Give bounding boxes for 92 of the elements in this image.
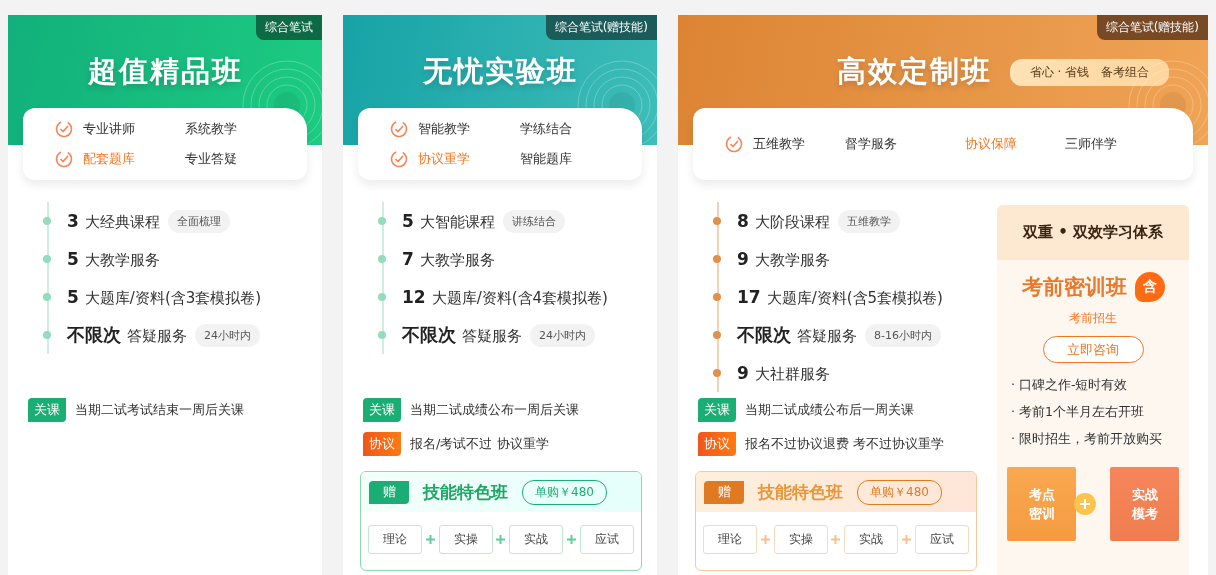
module-tile: 考点密训: [1007, 467, 1076, 541]
feature-label: 智能教学: [418, 120, 470, 138]
note-badge: 关课: [363, 398, 401, 422]
price-tag: 单购￥480: [857, 479, 942, 505]
step-label: 实操: [773, 525, 828, 554]
timeline-dot: [378, 331, 386, 339]
note-text: 报名/考试不过 协议重学: [410, 435, 549, 453]
stat-text: 7 大教学服务: [402, 248, 495, 270]
side-bullet: · 口碑之作-短时有效: [1011, 377, 1129, 394]
timeline-dot: [713, 255, 721, 263]
plus-icon: [902, 535, 912, 544]
category-tag: 综合笔试(赠技能): [1096, 15, 1208, 40]
stat-text: 5 大题库/资料(含3套模拟卷): [67, 286, 262, 308]
stat-text: 不限次 答疑服务: [402, 323, 522, 347]
stat-chip: 全面梳理: [167, 209, 230, 233]
gift-badge: 赠: [704, 480, 744, 504]
timeline-dot: [43, 331, 51, 339]
stat-chip: 五维教学: [837, 209, 900, 233]
note-badge: 关课: [698, 398, 736, 422]
note-text: 当期二试成绩公布后一周关课: [745, 401, 914, 419]
feature-label: 系统教学: [185, 120, 237, 138]
side-bullet: · 考前1个半月左右开班: [1011, 404, 1145, 421]
stat-chip: 讲练结合: [502, 209, 565, 233]
stat-text: 5 大教学服务: [67, 248, 160, 270]
note-badge: 协议: [363, 432, 401, 456]
timeline-dot: [713, 369, 721, 377]
timeline-dot: [378, 217, 386, 225]
module-tile: 实战模考: [1110, 467, 1179, 541]
feature-label: 学练结合: [520, 120, 572, 138]
note-text: 当期二试考试结束一周后关课: [75, 401, 244, 419]
side-subtitle: 考前招生: [1069, 310, 1117, 327]
category-tag: 综合笔试: [256, 15, 322, 40]
side-heading: 双重 • 双效学习体系: [997, 205, 1189, 260]
category-tag: 综合笔试(赠技能): [545, 15, 657, 40]
step-label: 实战: [509, 525, 564, 554]
slogan-pill: 省心 · 省钱 备考组合: [1009, 58, 1170, 86]
timeline-dot: [43, 293, 51, 301]
timeline-dot: [713, 293, 721, 301]
gift-badge: 赠: [369, 480, 409, 504]
stat-text: 不限次 答疑服务: [737, 323, 857, 347]
timeline-dot: [378, 255, 386, 263]
timeline-dot: [713, 331, 721, 339]
feature-label: 专业讲师: [83, 120, 135, 138]
feature-label: 配套题库: [83, 150, 135, 168]
feature-label: 协议重学: [418, 150, 470, 168]
step-label: 实操: [438, 525, 493, 554]
stat-chip: 24小时内: [195, 323, 260, 347]
class-name: 考前密训班: [1021, 274, 1127, 301]
stat-text: 8 大阶段课程: [737, 210, 830, 232]
plus-icon: [831, 535, 841, 544]
note-text: 报名不过协议退费 考不过协议重学: [745, 435, 945, 453]
stat-text: 12 大题库/资料(含4套模拟卷): [402, 286, 608, 308]
timeline-dot: [43, 217, 51, 225]
stat-text: 9 大教学服务: [737, 248, 830, 270]
feature-label: 智能题库: [520, 150, 572, 168]
price-tag: 单购￥480: [522, 479, 607, 505]
feature-label: 三师伴学: [1065, 135, 1117, 153]
plus-icon: [496, 535, 506, 544]
note-text: 当期二试成绩公布一周后关课: [410, 401, 579, 419]
gift-title: 技能特色班: [423, 480, 508, 504]
timeline-dot: [713, 217, 721, 225]
step-label: 应试: [914, 525, 969, 554]
feature-label: 五维教学: [753, 135, 805, 153]
stat-chip: 8-16小时内: [865, 323, 941, 347]
note-badge: 关课: [28, 398, 66, 422]
stat-text: 3 大经典课程: [67, 210, 160, 232]
stat-text: 17 大题库/资料(含5套模拟卷): [737, 286, 943, 308]
includes-badge: 含: [1134, 272, 1165, 302]
note-badge: 协议: [698, 432, 736, 456]
step-label: 理论: [368, 525, 422, 554]
plus-icon: [760, 535, 770, 544]
card-title: 高效定制班: [836, 53, 992, 90]
card-title: 超值精品班: [87, 53, 243, 90]
step-label: 理论: [703, 525, 757, 554]
plus-icon: [567, 535, 577, 544]
step-label: 实战: [844, 525, 899, 554]
gift-title: 技能特色班: [758, 480, 843, 504]
timeline-dot: [378, 293, 386, 301]
step-label: 应试: [579, 525, 634, 554]
timeline-dot: [43, 255, 51, 263]
plus-icon: [425, 535, 435, 544]
feature-label: 督学服务: [845, 135, 897, 153]
side-bullet: · 限时招生，考前开放购买: [1011, 431, 1163, 448]
stat-chip: 24小时内: [530, 323, 595, 347]
consult-button[interactable]: 立即咨询: [1042, 336, 1144, 363]
card-title: 无忧实验班: [422, 53, 578, 90]
stat-text: 9 大社群服务: [737, 362, 830, 384]
feature-label: 专业答疑: [185, 150, 237, 168]
feature-label: 协议保障: [965, 135, 1017, 153]
stat-text: 5 大智能课程: [402, 210, 495, 232]
plus-icon: [1074, 493, 1096, 515]
stat-text: 不限次 答疑服务: [67, 323, 187, 347]
